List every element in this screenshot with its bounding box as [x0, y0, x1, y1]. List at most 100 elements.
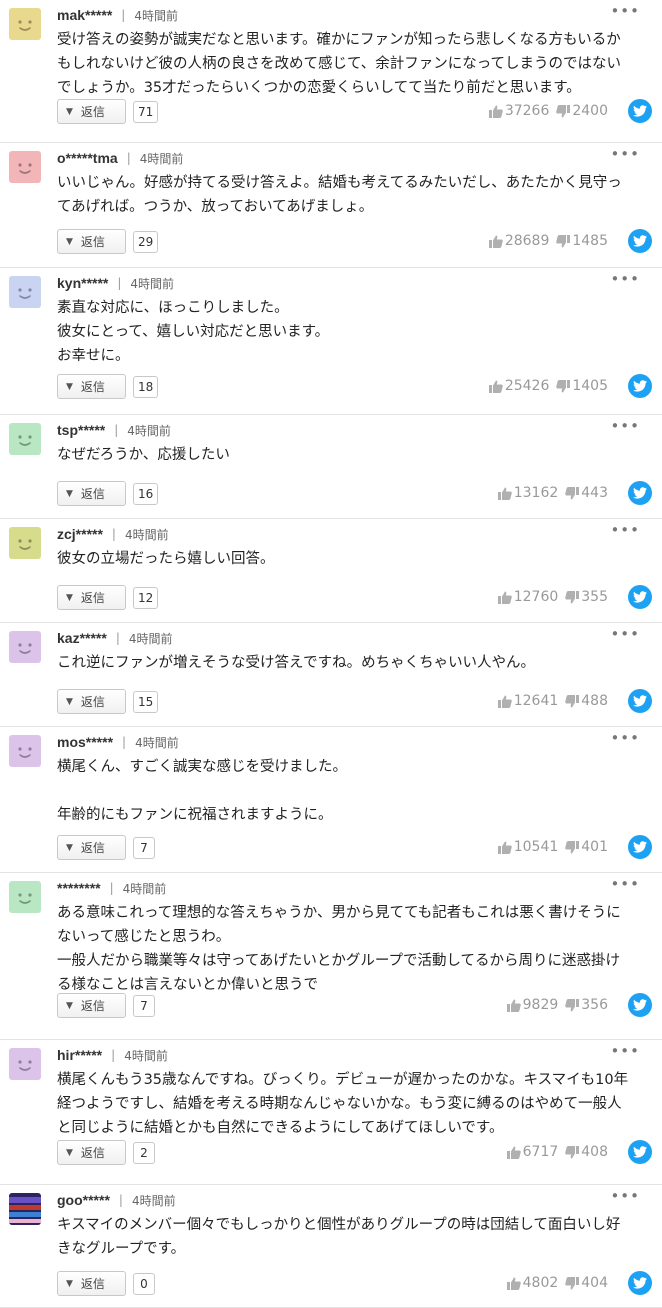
like-count: 4802 [522, 1275, 559, 1291]
like-button[interactable]: 12760 [497, 589, 559, 605]
username[interactable]: mak***** [57, 7, 112, 23]
twitter-share-button[interactable] [628, 993, 652, 1017]
username[interactable]: goo***** [57, 1192, 110, 1208]
avatar[interactable] [9, 1048, 41, 1080]
more-options-button[interactable]: ••• [610, 523, 640, 538]
username[interactable]: zcj***** [57, 526, 103, 542]
like-count: 12760 [513, 589, 559, 605]
username[interactable]: hir***** [57, 1047, 102, 1063]
avatar[interactable] [9, 631, 41, 663]
reply-button[interactable]: ▼ 返信 [57, 993, 126, 1018]
twitter-share-button[interactable] [628, 585, 652, 609]
dislike-button[interactable]: 2400 [556, 103, 608, 119]
thumbs-up-icon [506, 1277, 521, 1290]
comment-item: hir***** | 4時間前 ••• 横尾くんもう35歳なんですね。びっくり。デビュー… [0, 1040, 662, 1185]
reply-button[interactable]: ▼ 返信 [57, 1140, 126, 1165]
like-button[interactable]: 28689 [488, 233, 549, 249]
more-options-button[interactable]: ••• [610, 419, 640, 434]
more-options-button[interactable]: ••• [610, 877, 640, 892]
comment-actions: ▼ 返信 12 12760 355 [57, 585, 652, 611]
reply-label: 返信 [80, 487, 105, 501]
reply-count[interactable]: 12 [133, 587, 159, 609]
more-options-button[interactable]: ••• [610, 731, 640, 746]
caret-down-icon: ▼ [66, 1000, 73, 1011]
more-options-button[interactable]: ••• [610, 147, 640, 162]
dislike-button[interactable]: 355 [565, 589, 608, 605]
reply-button[interactable]: ▼ 返信 [57, 481, 126, 506]
twitter-share-button[interactable] [628, 99, 652, 123]
reply-label: 返信 [80, 841, 105, 855]
like-button[interactable]: 37266 [488, 103, 550, 119]
twitter-share-button[interactable] [628, 689, 652, 713]
like-button[interactable]: 4802 [506, 1275, 559, 1291]
avatar[interactable] [9, 527, 41, 559]
comment-actions: ▼ 返信 16 13162 443 [57, 481, 652, 507]
avatar[interactable] [9, 8, 41, 40]
reply-button[interactable]: ▼ 返信 [57, 99, 126, 124]
separator: | [118, 1193, 123, 1207]
avatar[interactable] [9, 151, 41, 183]
vote-group: 12760 355 [497, 589, 608, 605]
dislike-button[interactable]: 356 [565, 997, 608, 1013]
avatar[interactable] [9, 735, 41, 767]
like-button[interactable]: 9829 [506, 997, 558, 1013]
dislike-count: 443 [581, 485, 608, 501]
like-count: 37266 [504, 103, 550, 119]
more-options-button[interactable]: ••• [610, 1044, 640, 1059]
like-button[interactable]: 6717 [506, 1144, 558, 1160]
comment-actions: ▼ 返信 7 10541 401 [57, 835, 652, 861]
more-options-button[interactable]: ••• [610, 1189, 640, 1204]
comment-text: なぜだろうか、応援したい [57, 447, 230, 463]
reply-button[interactable]: ▼ 返信 [57, 229, 126, 254]
reply-button[interactable]: ▼ 返信 [57, 585, 126, 610]
dislike-button[interactable]: 443 [565, 485, 608, 501]
username[interactable]: ******** [57, 880, 101, 896]
reply-count[interactable]: 71 [133, 101, 159, 123]
reply-count[interactable]: 7 [133, 995, 155, 1017]
twitter-share-button[interactable] [628, 1271, 652, 1295]
username[interactable]: kaz***** [57, 630, 107, 646]
thumbs-up-icon [488, 380, 503, 393]
dislike-button[interactable]: 488 [565, 693, 608, 709]
like-button[interactable]: 10541 [497, 839, 558, 855]
reply-button[interactable]: ▼ 返信 [57, 689, 126, 714]
reply-count[interactable]: 15 [133, 691, 159, 713]
reply-button[interactable]: ▼ 返信 [57, 374, 126, 399]
avatar[interactable] [9, 1193, 41, 1225]
avatar[interactable] [9, 423, 41, 455]
reply-count[interactable]: 18 [133, 376, 159, 398]
dislike-button[interactable]: 401 [565, 839, 608, 855]
reply-button[interactable]: ▼ 返信 [57, 835, 126, 860]
twitter-share-button[interactable] [628, 1140, 652, 1164]
more-options-button[interactable]: ••• [610, 272, 640, 287]
separator: | [121, 8, 126, 22]
twitter-share-button[interactable] [628, 481, 652, 505]
dislike-button[interactable]: 404 [565, 1275, 608, 1291]
like-button[interactable]: 25426 [488, 378, 549, 394]
reply-button[interactable]: ▼ 返信 [57, 1271, 126, 1296]
avatar[interactable] [9, 276, 41, 308]
username[interactable]: o*****tma [57, 150, 118, 166]
reply-count[interactable]: 29 [133, 231, 159, 253]
dislike-button[interactable]: 1405 [556, 378, 608, 394]
dislike-button[interactable]: 1485 [556, 233, 608, 249]
reply-count[interactable]: 0 [133, 1273, 155, 1295]
twitter-share-button[interactable] [628, 229, 652, 253]
username[interactable]: mos***** [57, 734, 113, 750]
avatar[interactable] [9, 881, 41, 913]
more-options-button[interactable]: ••• [610, 627, 640, 642]
like-count: 12641 [513, 693, 559, 709]
comment-actions: ▼ 返信 0 4802 404 [57, 1271, 652, 1297]
reply-count[interactable]: 7 [133, 837, 155, 859]
more-options-button[interactable]: ••• [610, 4, 640, 19]
like-button[interactable]: 12641 [497, 693, 559, 709]
reply-count[interactable]: 2 [133, 1142, 155, 1164]
twitter-share-button[interactable] [628, 835, 652, 859]
twitter-share-button[interactable] [628, 374, 652, 398]
reply-count[interactable]: 16 [133, 483, 159, 505]
username[interactable]: tsp***** [57, 422, 105, 438]
username[interactable]: kyn***** [57, 275, 108, 291]
like-button[interactable]: 13162 [497, 485, 558, 501]
thumbs-down-icon [565, 840, 580, 853]
dislike-button[interactable]: 408 [565, 1144, 608, 1160]
